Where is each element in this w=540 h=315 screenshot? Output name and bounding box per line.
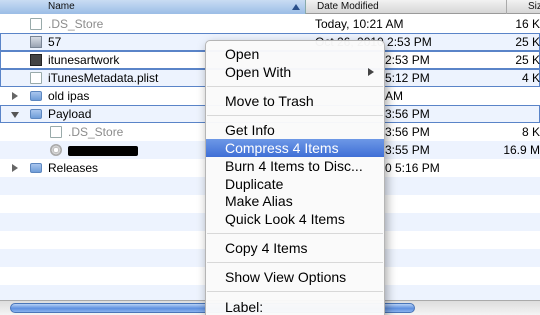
menu-item-open-with-label: Open With — [225, 64, 292, 80]
file-date: 3:56 PM — [385, 125, 430, 139]
menu-separator — [207, 233, 383, 234]
file-size: 4 K — [521, 71, 540, 85]
menu-item-move-to-trash[interactable]: Move to Trash — [206, 92, 384, 110]
file-name: iTunesMetadata.plist — [48, 71, 159, 85]
folder-name: Releases — [48, 161, 99, 175]
menu-item-label: Label: — [225, 299, 264, 315]
menu-item-compress[interactable]: Compress 4 Items — [206, 139, 384, 157]
sort-ascending-icon — [292, 4, 300, 10]
file-name: .DS_Store — [48, 17, 104, 31]
file-size: 25 K — [515, 53, 540, 67]
disclosure-expanded-icon[interactable] — [11, 112, 19, 118]
disclosure-collapsed-icon[interactable] — [12, 92, 18, 100]
name-column-label: Name — [48, 1, 75, 12]
menu-item-open[interactable]: Open — [206, 45, 384, 63]
menu-separator — [207, 115, 383, 116]
file-date: 3:55 PM — [385, 143, 430, 157]
file-size: 16.9 M — [503, 143, 540, 157]
menu-item-make-alias[interactable]: Make Alias — [206, 192, 384, 210]
app-gear-icon — [50, 144, 62, 156]
folder-name: Payload — [48, 107, 92, 121]
folder-name: old ipas — [48, 89, 90, 103]
list-item-ds-store[interactable]: .DS_Store Today, 10:21 AM 16 K — [0, 15, 540, 33]
date-column-label: Date Modified — [317, 1, 379, 12]
size-column-label: Siz — [528, 1, 540, 12]
file-date: 5:12 PM — [385, 71, 430, 85]
file-date: 0 5:16 PM — [385, 161, 440, 175]
submenu-arrow-icon — [368, 68, 374, 76]
menu-separator — [207, 291, 383, 292]
file-icon — [50, 126, 62, 138]
menu-separator — [207, 262, 383, 263]
redacted-name-bar — [68, 146, 138, 156]
menu-item-duplicate[interactable]: Duplicate — [206, 175, 384, 193]
name-column-header[interactable]: Name — [0, 0, 306, 14]
folder-icon — [30, 163, 42, 173]
menu-item-show-view-options[interactable]: Show View Options — [206, 268, 384, 286]
file-name: 57 — [48, 35, 62, 49]
file-date: 2:53 PM — [385, 53, 430, 67]
date-modified-column-header[interactable]: Date Modified — [307, 0, 507, 14]
column-header: Name Date Modified Siz — [0, 0, 540, 14]
menu-item-open-with[interactable]: Open With — [206, 63, 384, 81]
context-menu: Open Open With Move to Trash Get Info Co… — [205, 40, 385, 315]
file-size: 16 K — [515, 17, 540, 31]
file-icon — [30, 18, 42, 30]
file-date: 3:56 PM — [385, 107, 430, 121]
image-file-icon — [30, 36, 42, 48]
menu-separator — [207, 86, 383, 87]
menu-item-get-info[interactable]: Get Info — [206, 121, 384, 139]
menu-item-copy[interactable]: Copy 4 Items — [206, 239, 384, 257]
disclosure-collapsed-icon[interactable] — [12, 164, 18, 172]
size-column-header[interactable]: Siz — [508, 0, 540, 14]
file-date: AM — [385, 89, 403, 103]
artwork-file-icon — [30, 54, 42, 66]
menu-item-burn[interactable]: Burn 4 Items to Disc... — [206, 157, 384, 175]
plist-file-icon — [30, 72, 42, 84]
file-size: 25 K — [515, 35, 540, 49]
file-name: .DS_Store — [68, 125, 124, 139]
file-date: Today, 10:21 AM — [315, 17, 404, 31]
file-size: 8 K — [521, 125, 540, 139]
folder-icon — [30, 109, 42, 119]
file-name: itunesartwork — [48, 53, 120, 67]
folder-icon — [30, 91, 42, 101]
menu-item-quick-look[interactable]: Quick Look 4 Items — [206, 210, 384, 228]
